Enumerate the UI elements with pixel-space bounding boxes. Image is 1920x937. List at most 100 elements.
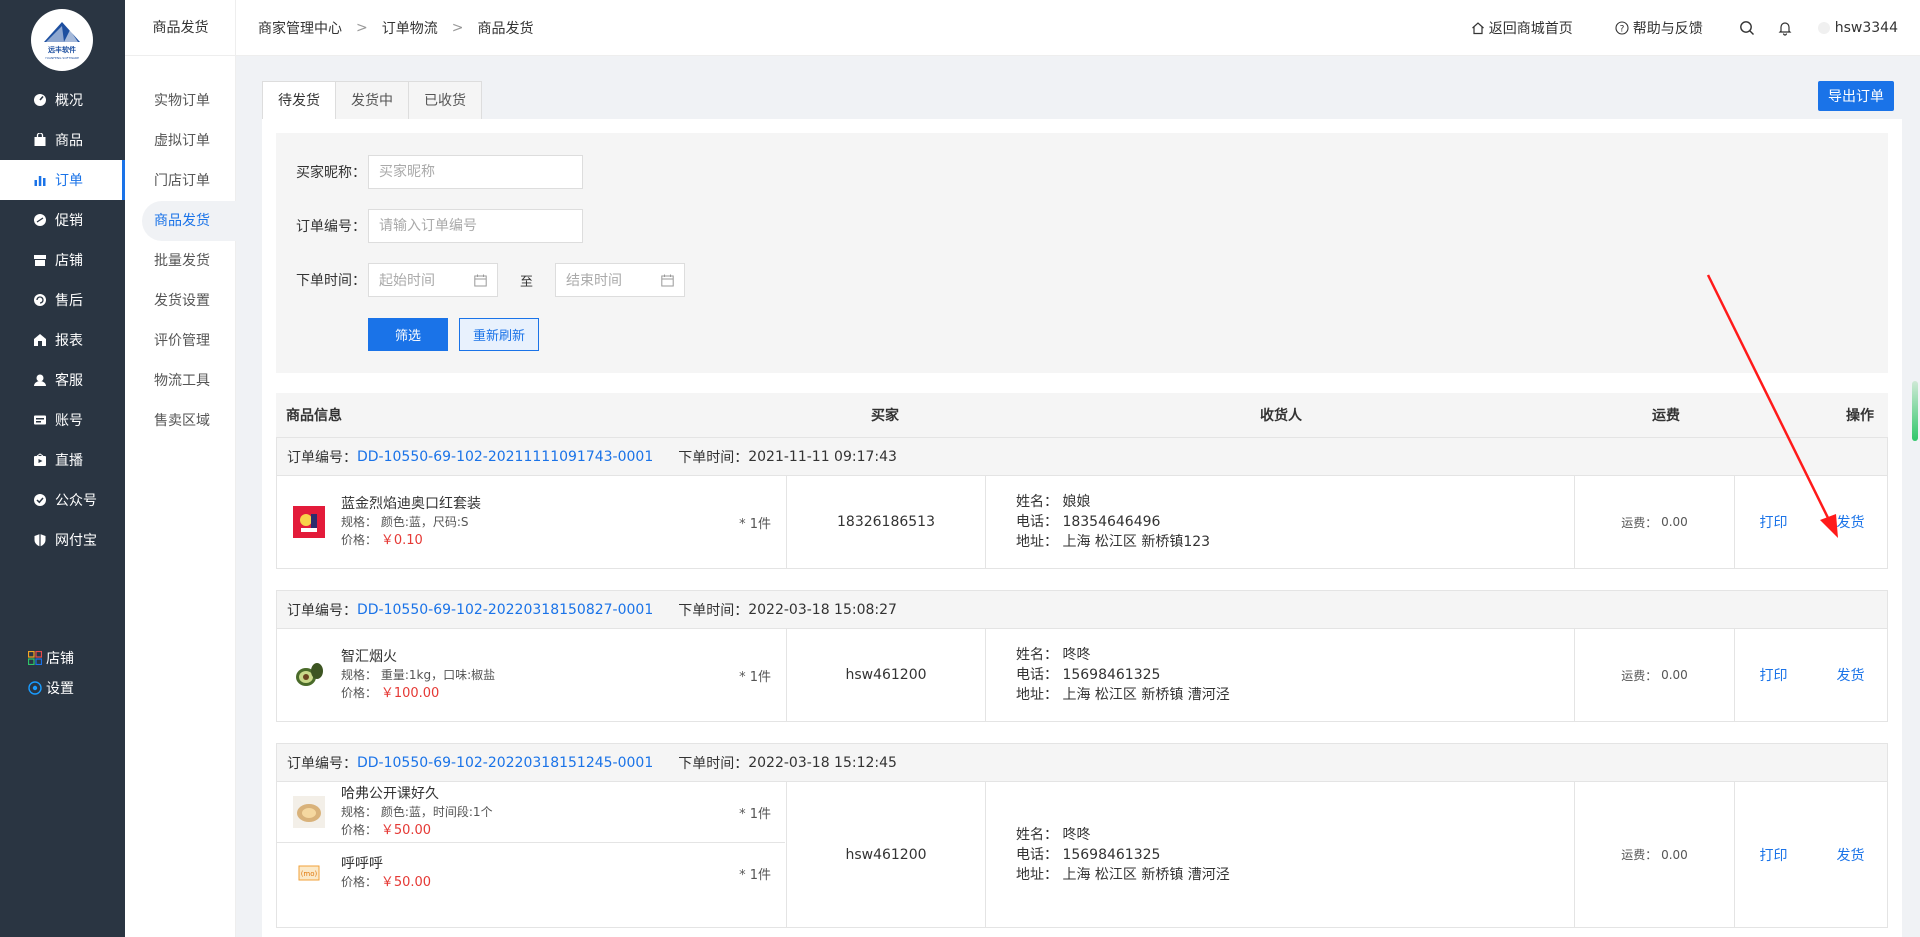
nav-item-11[interactable]: 网付宝 xyxy=(0,520,125,560)
brand-logo[interactable]: 远丰软件 YUANFENG SOFTWARE xyxy=(31,9,93,71)
ship-button[interactable]: 发货 xyxy=(1837,512,1865,532)
reset-button[interactable]: 重新刷新 xyxy=(459,318,539,351)
product-thumbnail[interactable]: (mo) xyxy=(293,857,325,889)
nav-item-7[interactable]: 客服 xyxy=(0,360,125,400)
print-button[interactable]: 打印 xyxy=(1760,845,1788,865)
product-thumbnail[interactable] xyxy=(293,796,325,828)
subnav-item-0[interactable]: 实物订单 xyxy=(142,81,236,121)
product-price: 价格： ￥50.00 xyxy=(341,821,493,840)
nav-item-8[interactable]: 账号 xyxy=(0,400,125,440)
logo-icon: 远丰软件 YUANFENG SOFTWARE xyxy=(35,13,89,67)
subnav-item-2[interactable]: 门店订单 xyxy=(142,161,236,201)
help-link[interactable]: ? 帮助与反馈 xyxy=(1615,18,1703,38)
subnav-item-7[interactable]: 物流工具 xyxy=(142,361,236,401)
subnav-item-4[interactable]: 批量发货 xyxy=(142,241,236,281)
tab-shipping[interactable]: 发货中 xyxy=(335,81,409,119)
nav-item-0[interactable]: 概况 xyxy=(0,80,125,120)
receiver-cell: 姓名： 咚咚 电话： 15698461325 地址： 上海 松江区 新桥镇 漕河泾 xyxy=(985,782,1574,927)
tab-pending[interactable]: 待发货 xyxy=(262,81,336,119)
print-button[interactable]: 打印 xyxy=(1760,512,1788,532)
buyer-cell: 18326186513 xyxy=(786,476,985,568)
product-name[interactable]: 智汇烟火 xyxy=(341,648,495,666)
search-icon[interactable] xyxy=(1739,20,1755,36)
filter-buyer-row: 买家昵称： xyxy=(296,155,583,189)
nav-item-4[interactable]: 店铺 xyxy=(0,240,125,280)
nav-item-label: 网付宝 xyxy=(55,533,97,549)
subnav-item-5[interactable]: 发货设置 xyxy=(142,281,236,321)
product-row: (mo) 呼呼呼 价格： ￥50.00 * 1件 xyxy=(277,842,785,902)
product-name[interactable]: 哈弗公开课好久 xyxy=(341,785,493,803)
receiver-phone: 电话： 15698461325 xyxy=(1016,845,1574,865)
col-product: 商品信息 xyxy=(286,408,342,424)
product-qty: * 1件 xyxy=(739,807,771,822)
nav-bottom-store[interactable]: 店铺 xyxy=(28,648,74,668)
product-name[interactable]: 呼呼呼 xyxy=(341,855,431,873)
nav-item-6[interactable]: 报表 xyxy=(0,320,125,360)
home-link[interactable]: 返回商城首页 xyxy=(1471,18,1573,38)
nav-item-3[interactable]: 促销 xyxy=(0,200,125,240)
product-thumbnail[interactable] xyxy=(293,659,325,691)
order-no-input[interactable] xyxy=(368,209,583,243)
subnav-item-6[interactable]: 评价管理 xyxy=(142,321,236,361)
order-no-link[interactable]: DD-10550-69-102-20220318150827-0001 xyxy=(357,602,653,618)
scrollbar[interactable] xyxy=(1912,381,1918,441)
table-header: 商品信息 买家 收货人 运费 操作 xyxy=(276,393,1888,439)
nav-item-label: 客服 xyxy=(55,373,83,389)
breadcrumb-separator-icon: > xyxy=(451,20,464,36)
avatar[interactable] xyxy=(1817,21,1831,35)
product-row: 蓝金烈焰迪奥口红套装 规格： 颜色:蓝，尺码:S 价格： ￥0.10 * 1件 xyxy=(277,476,785,568)
end-date-input[interactable]: 结束时间 xyxy=(555,263,686,297)
start-date-input[interactable]: 起始时间 xyxy=(368,263,498,297)
nav-item-label: 直播 xyxy=(55,453,83,469)
fee-value: 0.00 xyxy=(1661,515,1688,529)
order-time-label: 下单时间： xyxy=(296,273,366,289)
subnav-title: 商品发货 xyxy=(125,0,236,56)
order-time-label: 下单时间： xyxy=(678,449,749,466)
filter-button[interactable]: 筛选 xyxy=(368,318,448,351)
order-header: 订单编号： DD-10550-69-102-20220318150827-0001… xyxy=(277,591,1887,629)
nav-item-label: 报表 xyxy=(55,333,83,349)
spec-label: 规格： xyxy=(341,515,378,529)
actions-cell: 打印 发货 xyxy=(1734,782,1889,927)
col-buyer: 买家 xyxy=(871,408,899,424)
main-sidebar: 远丰软件 YUANFENG SOFTWARE 概况 商品 订单 促销 店铺 售后 报表 客服账… xyxy=(0,0,125,937)
subnav-item-1[interactable]: 虚拟订单 xyxy=(142,121,236,161)
nav-item-10[interactable]: 公众号 xyxy=(0,480,125,520)
service-icon xyxy=(32,372,48,388)
ship-button[interactable]: 发货 xyxy=(1837,845,1865,865)
product-name[interactable]: 蓝金烈焰迪奥口红套装 xyxy=(341,495,481,513)
name-label: 姓名： xyxy=(1016,494,1058,510)
phone-value: 15698461325 xyxy=(1062,667,1161,683)
order-no-link[interactable]: DD-10550-69-102-20220318151245-0001 xyxy=(357,755,653,771)
subnav-item-8[interactable]: 售卖区域 xyxy=(142,401,236,441)
breadcrumb-item-logistics[interactable]: 订单物流 xyxy=(382,18,438,38)
nav-item-9[interactable]: 直播 xyxy=(0,440,125,480)
nav-item-2[interactable]: 订单 xyxy=(0,160,125,200)
username[interactable]: hsw3344 xyxy=(1835,20,1898,36)
order-time-value: 2022-03-18 15:12:45 xyxy=(748,754,897,771)
nav-bottom-settings[interactable]: 设置 xyxy=(28,678,74,698)
print-button[interactable]: 打印 xyxy=(1760,665,1788,685)
bell-icon[interactable] xyxy=(1777,20,1793,36)
report-icon xyxy=(32,332,48,348)
subnav-item-3[interactable]: 商品发货 xyxy=(142,201,236,241)
breadcrumb-item-merchant[interactable]: 商家管理中心 xyxy=(258,18,342,38)
order-no-label: 订单编号： xyxy=(287,602,357,619)
breadcrumb-separator-icon: > xyxy=(356,20,368,36)
order-card: 订单编号： DD-10550-69-102-20211111091743-0001… xyxy=(276,437,1888,569)
price-label: 价格： xyxy=(341,823,378,837)
buyer-nickname-input[interactable] xyxy=(368,155,583,189)
nav-item-1[interactable]: 商品 xyxy=(0,120,125,160)
col-receiver: 收货人 xyxy=(1260,408,1302,424)
nav-item-5[interactable]: 售后 xyxy=(0,280,125,320)
svg-text:?: ? xyxy=(1619,25,1624,35)
tab-received[interactable]: 已收货 xyxy=(408,81,482,119)
receiver-phone: 电话： 15698461325 xyxy=(1016,665,1574,685)
nav-item-label: 订单 xyxy=(55,173,83,189)
order-no-link[interactable]: DD-10550-69-102-20211111091743-0001 xyxy=(357,449,653,465)
name-value: 咚咚 xyxy=(1062,647,1091,663)
export-orders-button[interactable]: 导出订单 xyxy=(1818,81,1894,111)
product-thumbnail[interactable] xyxy=(293,506,325,538)
ship-button[interactable]: 发货 xyxy=(1837,665,1865,685)
price-label: 价格： xyxy=(341,875,378,889)
